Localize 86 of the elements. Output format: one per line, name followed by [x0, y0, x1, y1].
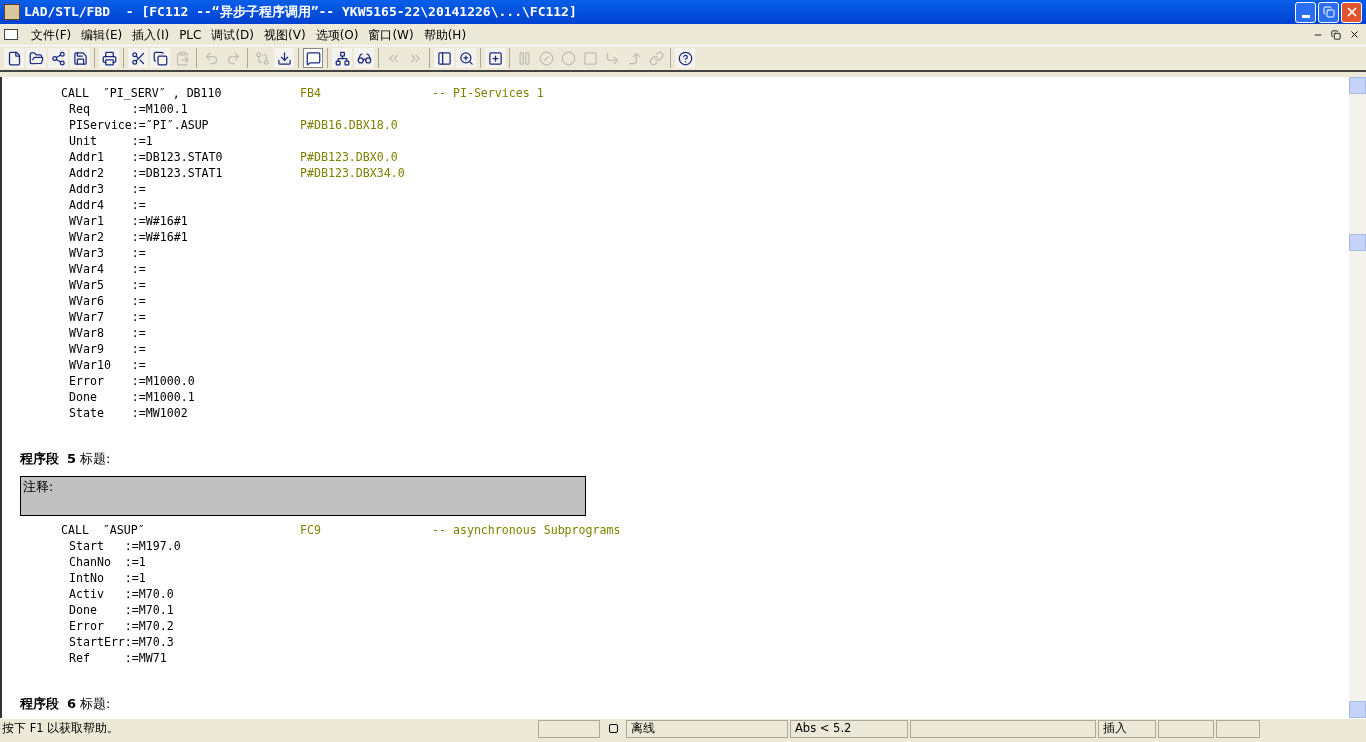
address-text: P#DB123.DBX34.0 — [300, 166, 405, 180]
code-text: Addr2 :=DB123.STAT1 — [69, 166, 223, 180]
menu-item[interactable]: 调试(D) — [206, 25, 260, 44]
zoom-icon[interactable] — [456, 48, 476, 68]
speech-bubble-icon[interactable] — [303, 48, 323, 68]
address-text: P#DB123.DBX0.0 — [300, 150, 398, 164]
network-icon[interactable] — [332, 48, 352, 68]
status-panel: Abs < 5.2 — [790, 719, 908, 738]
menu-item[interactable]: 视图(V) — [259, 25, 311, 44]
code-text: Unit :=1 — [69, 134, 153, 148]
code-text: Addr3 := — [69, 182, 146, 196]
app-logo-icon — [4, 4, 20, 20]
window-title: LAD/STL/FBD - [FC112 --“异步子程序调用”-- YKW5165-22\20141226\...\FC112] — [24, 3, 577, 22]
code-text: Done :=M1000.1 — [69, 390, 195, 404]
document-icon[interactable] — [4, 29, 18, 40]
restore-button[interactable] — [1318, 1, 1339, 23]
code-text: ChanNo :=1 — [69, 555, 146, 569]
glasses-icon[interactable] — [354, 48, 374, 68]
address-text: FC9 — [300, 523, 321, 537]
code-text: WVar2 :=W#16#1 — [69, 230, 188, 244]
code-text: Error :=M70.2 — [69, 619, 174, 633]
code-text: Done :=M70.1 — [69, 603, 174, 617]
cut-icon[interactable] — [128, 48, 148, 68]
menu-item[interactable]: 插入(I) — [127, 25, 175, 44]
code-text: Start :=M197.0 — [69, 539, 181, 553]
code-comment: -- asynchronous Subprograms — [432, 522, 621, 538]
vertical-scrollbar[interactable] — [1349, 77, 1366, 718]
download-icon[interactable] — [274, 48, 294, 68]
menu-item[interactable]: 窗口(W) — [363, 25, 419, 44]
menu-item[interactable]: 文件(F) — [26, 25, 77, 44]
status-panel: 离线 — [626, 719, 788, 738]
code-text: WVar4 := — [69, 262, 146, 276]
code-text: WVar3 := — [69, 246, 146, 260]
code-text: Error :=M1000.0 — [69, 374, 195, 388]
menu-item[interactable]: PLC — [174, 25, 207, 44]
menu-item[interactable]: 编辑(E) — [76, 25, 128, 44]
minimize-button[interactable] — [1295, 1, 1316, 23]
new-file-icon[interactable] — [4, 48, 24, 68]
code-text: CALL ″ASUP″ — [61, 523, 145, 537]
network-title: 标题: — [80, 695, 111, 713]
panel-icon[interactable] — [434, 48, 454, 68]
code-text: WVar5 := — [69, 278, 146, 292]
copy-icon[interactable] — [150, 48, 170, 68]
code-text: WVar1 :=W#16#1 — [69, 214, 188, 228]
print-icon[interactable] — [99, 48, 119, 68]
status-text: 按下 F1 以获取帮助。 — [1, 719, 121, 737]
menu-item[interactable]: 选项(O) — [310, 25, 364, 44]
code-text: Req :=M100.1 — [69, 102, 188, 116]
restore-icon — [1331, 29, 1341, 40]
menu-item[interactable]: 帮助(H) — [418, 25, 472, 44]
nodes-icon[interactable] — [48, 48, 68, 68]
code-text: WVar8 := — [69, 326, 146, 340]
code-text: WVar7 := — [69, 310, 146, 324]
restore-button[interactable] — [1328, 27, 1344, 42]
network-number: 6 — [67, 695, 77, 713]
network-number: 5 — [67, 450, 77, 468]
code-text: Activ :=M70.0 — [69, 587, 174, 601]
folder-icon[interactable] — [26, 48, 46, 68]
code-text: WVar10 := — [69, 358, 146, 372]
help-icon[interactable] — [675, 48, 695, 68]
network-label: 程序段 — [20, 450, 59, 468]
code-text: IntNo :=1 — [69, 571, 146, 585]
save-icon[interactable] — [70, 48, 90, 68]
code-text: CALL ″PI_SERV″ , DB110 — [61, 86, 222, 100]
status-panel: 插入 — [1098, 719, 1156, 738]
code-text: Addr4 := — [69, 198, 146, 212]
code-text: WVar9 := — [69, 342, 146, 356]
comment-field[interactable]: 注释: — [20, 476, 586, 516]
code-text: StartErr:=M70.3 — [69, 635, 174, 649]
status-panel — [1158, 719, 1214, 738]
code-text: Addr1 :=DB123.STAT0 — [69, 150, 223, 164]
code-text: WVar6 := — [69, 294, 146, 308]
network-label: 程序段 — [20, 695, 59, 713]
restore-icon — [1322, 6, 1335, 18]
address-text: P#DB16.DBX18.0 — [300, 118, 398, 132]
network-title: 标题: — [80, 450, 111, 468]
monitor-icon — [608, 724, 618, 733]
new-network-icon[interactable] — [485, 48, 505, 68]
address-text: FB4 — [300, 86, 321, 100]
status-panel — [538, 719, 600, 738]
close-icon — [1348, 29, 1360, 40]
status-panel — [1216, 719, 1260, 738]
code-text: PIService:=″PI″.ASUP — [69, 118, 209, 132]
code-text: State :=MW1002 — [69, 406, 188, 420]
code-comment: -- PI-Services 1 — [432, 85, 544, 101]
code-text: Ref :=MW71 — [69, 651, 167, 665]
